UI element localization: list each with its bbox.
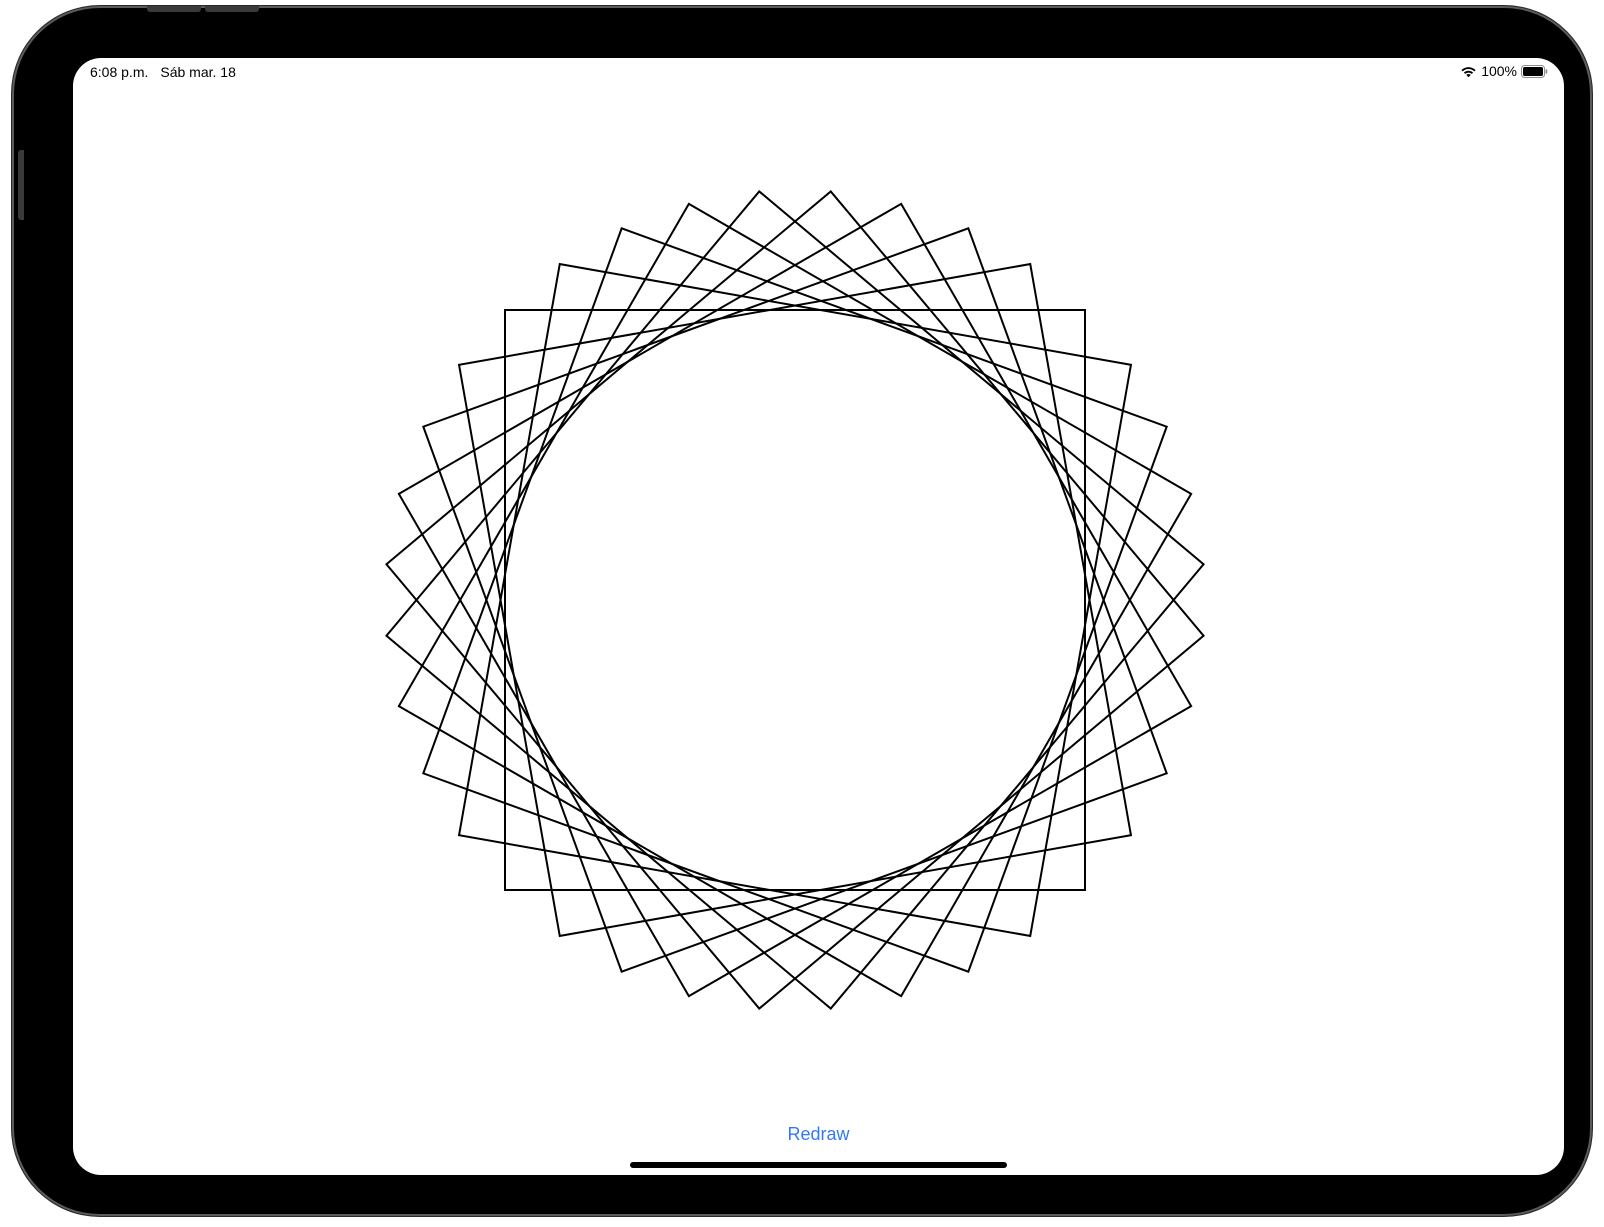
app-screen: 6:08 p.m. Sáb mar. 18 100% Redraw (73, 58, 1564, 1175)
rotated-square (385, 190, 1205, 1010)
rotated-square (397, 202, 1193, 998)
rotated-square (422, 227, 1168, 973)
rotated-square (397, 202, 1193, 998)
rotated-square (422, 227, 1168, 973)
rotated-square (504, 309, 1086, 891)
status-left: 6:08 p.m. Sáb mar. 18 (90, 64, 236, 80)
power-button (18, 150, 24, 220)
status-time: 6:08 p.m. (90, 64, 149, 80)
rotated-square (457, 262, 1133, 938)
volume-button (205, 6, 259, 12)
home-indicator (630, 1162, 1007, 1168)
redraw-button[interactable]: Redraw (73, 1124, 1564, 1145)
battery-percent: 100% (1481, 63, 1517, 79)
status-date: Sáb mar. 18 (160, 64, 236, 80)
status-bar: 6:08 p.m. Sáb mar. 18 100% (73, 58, 1564, 86)
battery-full-icon (1521, 64, 1548, 78)
drawing-canvas (385, 190, 1205, 1010)
volume-button (147, 6, 201, 12)
status-right: 100% (1460, 63, 1548, 79)
wifi-icon (1460, 65, 1477, 78)
rotated-square (385, 190, 1205, 1010)
ipad-device-frame: 6:08 p.m. Sáb mar. 18 100% Redraw (12, 6, 1592, 1216)
rotated-squares-group (385, 190, 1205, 1010)
rotated-square (457, 262, 1133, 938)
